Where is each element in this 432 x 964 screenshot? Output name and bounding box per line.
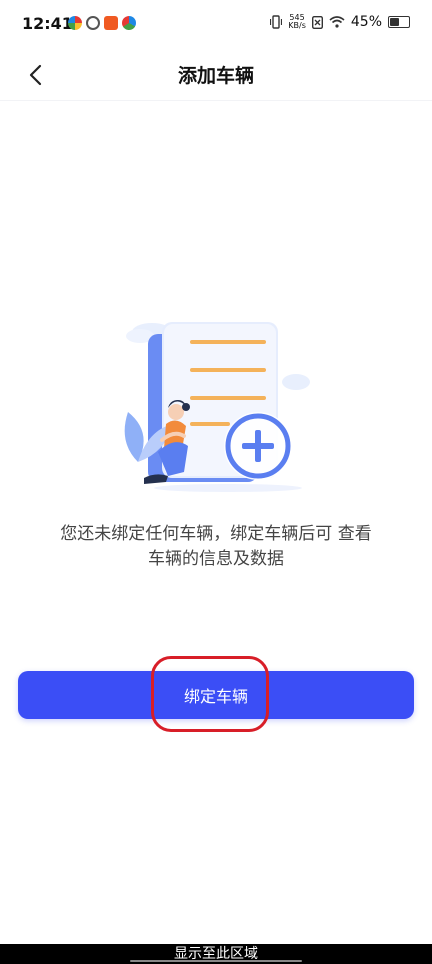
- sim-blocked-icon: [311, 15, 323, 29]
- empty-state-message-line1: 您还未绑定任何车辆，绑定车辆后可 查看: [60, 524, 372, 544]
- header-divider: [0, 100, 432, 101]
- status-time: 12:41: [22, 14, 73, 33]
- app-notification-icon: [104, 16, 118, 30]
- page-title: 添加车辆: [177, 65, 254, 87]
- status-bar: 12:41 545 KB/s 45%: [0, 0, 432, 52]
- wifi-icon: [329, 16, 345, 28]
- app-notification-icon: [86, 16, 100, 30]
- status-right: 545 KB/s 45%: [270, 14, 410, 30]
- app-notification-icon: [68, 16, 82, 30]
- vibrate-icon: [270, 15, 283, 29]
- app-header: 添加车辆: [0, 52, 432, 98]
- net-speed-indicator: 545 KB/s: [288, 14, 306, 30]
- notification-icons: [68, 16, 136, 30]
- empty-state-message: 您还未绑定任何车辆，绑定车辆后可 查看 车辆的信息及数据: [26, 522, 406, 572]
- battery-percent: 45%: [350, 14, 382, 30]
- battery-level: [390, 18, 399, 26]
- battery-icon: [388, 16, 410, 28]
- gesture-handle[interactable]: [130, 960, 302, 962]
- empty-vehicle-illustration: [124, 322, 310, 492]
- bind-vehicle-button[interactable]: 绑定车辆: [18, 671, 414, 719]
- empty-state-message-line2: 车辆的信息及数据: [148, 549, 284, 569]
- net-speed-unit: KB/s: [288, 21, 306, 30]
- app-notification-icon: [122, 16, 136, 30]
